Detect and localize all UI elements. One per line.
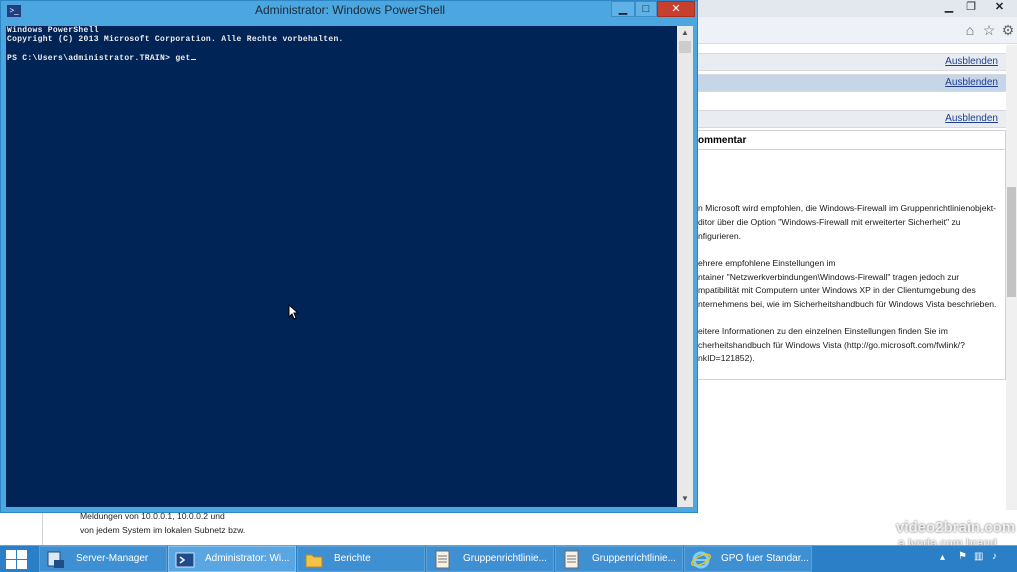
ie-restore-button[interactable]: ❐ (961, 0, 981, 15)
ie-scrollbar[interactable] (1006, 45, 1017, 525)
home-icon[interactable]: ⌂ (962, 22, 978, 38)
report-section-bar: Ausblenden (698, 53, 1006, 71)
taskbar-item-label: Gruppenrichtlinie... (463, 553, 547, 564)
comment-line: eitere Informationen zu den einzelnen Ei… (698, 326, 948, 336)
taskbar: Server-Manager Administrator: Wi... Beri… (0, 545, 1017, 572)
comment-header: ommentar (698, 135, 747, 146)
taskbar-item-powershell[interactable]: Administrator: Wi... (168, 546, 296, 572)
scroll-down-arrow-icon[interactable]: ▼ (677, 492, 693, 506)
taskbar-item-label: Server-Manager (76, 553, 149, 564)
favorites-star-icon[interactable]: ☆ (981, 22, 997, 38)
console-line: Copyright (C) 2013 Microsoft Corporation… (7, 35, 344, 44)
console-scrollbar-thumb[interactable] (679, 41, 691, 53)
console-input[interactable]: PS C:\Users\administrator.TRAIN> get (7, 54, 191, 63)
comment-line: nternehmens bei, wie im Sicherheitshandb… (698, 299, 997, 309)
taskbar-item-server-manager[interactable]: Server-Manager (39, 546, 167, 572)
taskbar-item-gpo-editor[interactable]: Gruppenrichtlinie... (426, 546, 554, 572)
system-tray: ▴ ⚑ ▥ ♪ (940, 551, 1015, 569)
console-prompt-line: PS C:\Users\administrator.TRAIN> get (7, 54, 196, 63)
text-cursor (190, 59, 196, 60)
gpo-document-icon (564, 550, 579, 569)
close-button[interactable]: ✕ (657, 1, 695, 17)
taskbar-item-berichte[interactable]: Berichte (297, 546, 425, 572)
start-button[interactable] (4, 549, 28, 570)
divider (698, 149, 1006, 150)
divider (42, 510, 43, 545)
show-hidden-icons-icon[interactable]: ▴ (940, 552, 945, 563)
comment-line: mpatibilität mit Computern unter Windows… (698, 285, 976, 295)
comment-line: nkID=121852). (698, 353, 755, 363)
comment-line: nfigurieren. (698, 231, 741, 241)
console-scrollbar[interactable]: ▲ ▼ (677, 26, 693, 507)
taskbar-item-gpo-management[interactable]: Gruppenrichtlinie... (555, 546, 683, 572)
taskbar-item-label: Gruppenrichtlinie... (592, 553, 676, 564)
report-section-bar-selected: Ausblenden (698, 74, 1006, 92)
report-bottom-strip: Meldungen von 10.0.0.1, 10.0.0.2 und von… (0, 510, 1017, 545)
console-line: Windows PowerShell (7, 26, 99, 35)
internet-explorer-icon (691, 551, 711, 569)
scroll-up-arrow-icon[interactable]: ▲ (677, 26, 693, 40)
ie-close-button[interactable]: ✕ (982, 0, 1017, 15)
hide-link[interactable]: Ausblenden (945, 77, 998, 88)
mouse-pointer-icon (288, 304, 298, 320)
server-manager-icon (47, 551, 64, 568)
ie-scrollbar-thumb[interactable] (1007, 187, 1016, 297)
hide-link[interactable]: Ausblenden (945, 113, 998, 124)
comment-line: ehrere empfohlene Einstellungen im (698, 258, 836, 268)
hide-link[interactable]: Ausblenden (945, 56, 998, 67)
gear-icon[interactable]: ⚙ (1000, 22, 1016, 38)
minimize-button[interactable]: ▁ (611, 1, 635, 17)
ie-minimize-button[interactable]: ▁ (938, 0, 960, 15)
taskbar-item-label: GPO fuer Standar... (721, 553, 809, 564)
window-title: Administrator: Windows PowerShell (254, 3, 446, 17)
maximize-button[interactable]: □ (635, 1, 657, 17)
gpo-document-icon (435, 550, 450, 569)
watermark-logo: video2brain.com (896, 519, 1016, 536)
powershell-icon (175, 552, 195, 568)
comment-line: n Microsoft wird empfohlen, die Windows-… (698, 203, 997, 213)
console-area[interactable]: Windows PowerShell Copyright (C) 2013 Mi… (6, 26, 677, 507)
comment-panel: ommentar n Microsoft wird empfohlen, die… (698, 130, 1006, 380)
comment-line: cherheitshandbuch für Windows Vista (htt… (698, 340, 965, 350)
gpo-report-content: Ausblenden Ausblenden Ausblenden ommenta… (698, 45, 1006, 380)
taskbar-item-internet-explorer[interactable]: GPO fuer Standar... (684, 546, 812, 572)
action-center-flag-icon[interactable]: ⚑ (958, 551, 967, 562)
network-icon[interactable]: ▥ (974, 551, 983, 562)
volume-icon[interactable]: ♪ (992, 551, 997, 562)
report-text-line: von jedem System im lokalen Subnetz bzw. (80, 525, 246, 535)
taskbar-item-label: Berichte (334, 553, 371, 564)
taskbar-item-label: Administrator: Wi... (205, 553, 290, 564)
report-section-bar: Ausblenden (698, 110, 1006, 128)
comment-line: ditor über die Option "Windows-Firewall … (698, 217, 961, 227)
folder-icon (305, 554, 323, 568)
powershell-window[interactable]: >_ Administrator: Windows PowerShell ▁ □… (0, 0, 698, 513)
comment-line: ntainer "Netzwerkverbindungen\Windows-Fi… (698, 272, 960, 282)
